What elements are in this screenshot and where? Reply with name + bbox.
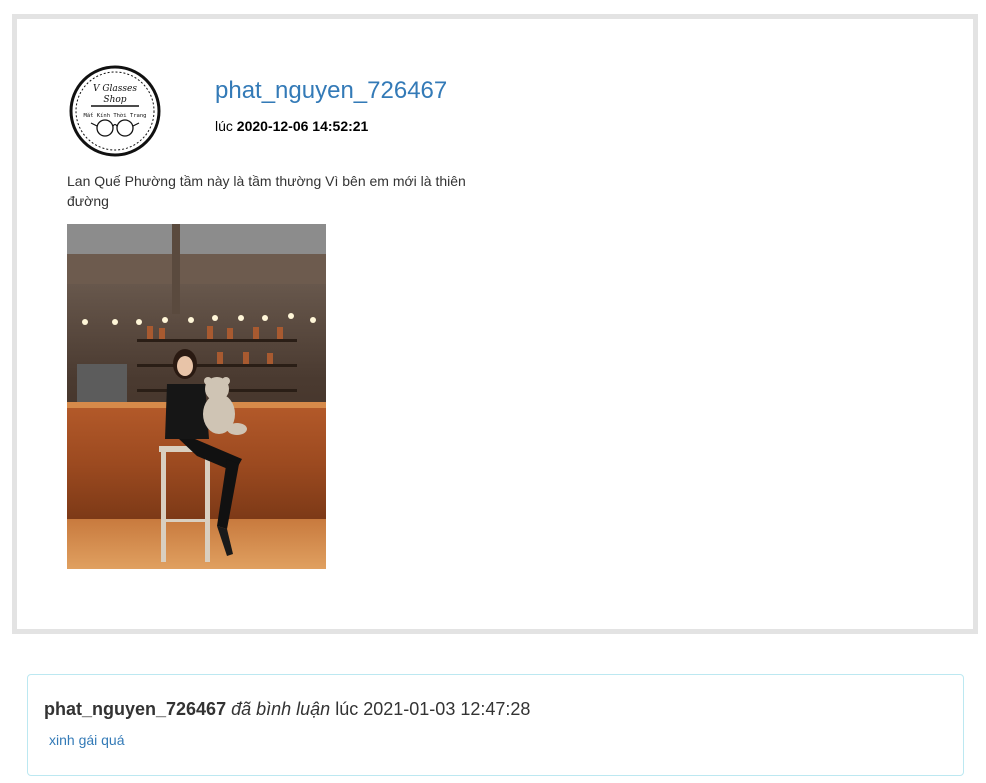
- comment-time-prefix: lúc: [335, 699, 359, 719]
- post-time-value: 2020-12-06 14:52:21: [236, 118, 369, 134]
- photo-girl-with-teddy-bear-icon: [67, 224, 326, 569]
- post-photo[interactable]: [67, 224, 326, 569]
- logo-line1: V Glasses: [93, 84, 137, 94]
- logo-line2: Shop: [103, 95, 126, 105]
- comment-text: xinh gái quá: [49, 732, 125, 748]
- post-time-prefix: lúc: [215, 118, 233, 134]
- logo-line3: Mắt Kính Thời Trang: [84, 112, 147, 119]
- post-text: Lan Quế Phường tầm này là tầm thường Vì …: [67, 173, 466, 209]
- glasses-shop-logo-icon: V Glasses Shop Mắt Kính Thời Trang: [69, 65, 161, 157]
- comment-header: phat_nguyen_726467 đã bình luận lúc 2021…: [44, 699, 530, 720]
- comment-username[interactable]: phat_nguyen_726467: [44, 699, 226, 719]
- post-username-link[interactable]: phat_nguyen_726467: [215, 77, 447, 105]
- avatar[interactable]: V Glasses Shop Mắt Kính Thời Trang: [69, 65, 161, 157]
- comment-verb: đã bình luận: [231, 699, 331, 719]
- post-card: V Glasses Shop Mắt Kính Thời Trang phat_…: [12, 14, 978, 634]
- comment-timestamp: 2021-01-03 12:47:28: [363, 699, 531, 719]
- post-timestamp: lúc 2020-12-06 14:52:21: [215, 118, 368, 134]
- comment-card: phat_nguyen_726467 đã bình luận lúc 2021…: [27, 674, 964, 776]
